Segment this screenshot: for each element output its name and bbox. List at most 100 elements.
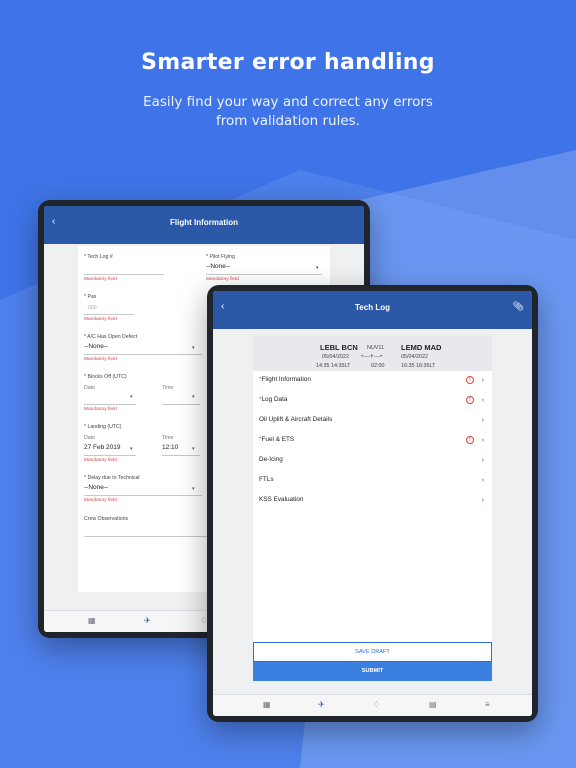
section-de-icing[interactable]: De-Icing › (253, 451, 492, 471)
section-label: De-Icing (259, 456, 283, 463)
section-label: *Flight Information (259, 376, 311, 383)
promo-subtitle-line1: Easily find your way and correct any err… (143, 94, 433, 110)
plane-icon[interactable]: ✈ (318, 700, 325, 709)
landing-error: Mandatory field (84, 458, 117, 463)
chevron-down-icon: ▾ (130, 446, 133, 452)
chevron-right-icon: › (481, 435, 485, 444)
pilot-flying-value[interactable]: --None-- (206, 263, 230, 270)
menu-icon[interactable]: ≡ (485, 700, 490, 709)
section-label-text: Log Data (261, 396, 288, 403)
open-defect-underline (84, 354, 202, 355)
dest-date: 05/04/2022 (401, 354, 428, 360)
flight-info-title: Flight Information (170, 218, 238, 227)
delay-label: * Delay due to Technical (84, 475, 140, 481)
attachment-icon[interactable]: 📎︎ (513, 301, 524, 312)
pilot-flying-underline (206, 274, 322, 275)
bell-icon[interactable]: ♢ (373, 700, 380, 709)
section-label-text: De-Icing (259, 456, 283, 463)
pax-input[interactable]: 000 (88, 305, 97, 311)
section-kss-evaluation[interactable]: KSS Evaluation › (253, 491, 492, 511)
blocks-off-time-input[interactable] (162, 404, 200, 405)
pax-underline (84, 314, 134, 315)
flight-summary: LEBL BCN 05/04/2022 14:35 14:35LT NUV11 … (253, 335, 492, 371)
chevron-down-icon: ▾ (192, 394, 195, 400)
flight-info-appbar: ‹ Flight Information (44, 206, 364, 244)
section-label: FTLs (259, 476, 274, 483)
chevron-down-icon: ▾ (130, 394, 133, 400)
section-label-text: FTLs (259, 476, 274, 483)
landing-date-value[interactable]: 27 Feb 2019 (84, 444, 121, 451)
blocks-off-time-label: Time (162, 385, 174, 391)
chevron-right-icon: › (481, 495, 485, 504)
origin-code: LEBL BCN (320, 343, 358, 352)
chevron-right-icon: › (481, 475, 485, 484)
section-label-text: Flight Information (261, 376, 311, 383)
error-alert-icon: ! (466, 436, 474, 444)
tech-log-sections: *Flight Information ! › *Log Data ! › Oi… (253, 371, 492, 668)
crew-observations-label: Crew Observations (84, 516, 129, 522)
landing-time-value[interactable]: 12:10 (162, 444, 178, 451)
section-label-text: Fuel & ETS (261, 436, 295, 443)
origin-time: 14:35 14:35LT (316, 363, 351, 369)
section-label-text: KSS Evaluation (259, 496, 304, 503)
landing-date-label: Date (84, 435, 95, 441)
pilot-flying-error: Mandatory field (206, 277, 239, 282)
origin-date: 05/04/2022 (322, 354, 349, 360)
delay-underline (84, 495, 202, 496)
section-oil-uplift[interactable]: Oil Uplift & Aircraft Details › (253, 411, 492, 431)
blocks-off-error: Mandatory field (84, 407, 117, 412)
section-label: *Fuel & ETS (259, 436, 294, 443)
tech-log-screen: ‹ Tech Log 📎︎ LEBL BCN 05/04/2022 14:35 … (213, 291, 532, 716)
tech-log-input[interactable] (84, 274, 164, 275)
error-alert-icon: ! (466, 396, 474, 404)
error-alert-icon: ! (466, 376, 474, 384)
promo-title: Smarter error handling (141, 50, 435, 75)
chevron-right-icon: › (481, 415, 485, 424)
section-label: KSS Evaluation (259, 496, 303, 503)
promo-subtitle: Easily find your way and correct any err… (0, 93, 576, 131)
section-label: *Log Data (259, 396, 287, 403)
calendar-icon[interactable]: ▦ (263, 700, 271, 709)
delay-error: Mandatory field (84, 498, 117, 503)
open-defect-error: Mandatory field (84, 357, 117, 362)
blocks-off-date-label: Date (84, 385, 95, 391)
section-label: Oil Uplift & Aircraft Details (259, 416, 332, 423)
landing-date-underline (84, 455, 136, 456)
dest-time: 16:35 16:35LT (401, 363, 436, 369)
chevron-down-icon: ▾ (316, 265, 319, 271)
tech-log-appbar: ‹ Tech Log 📎︎ (213, 291, 532, 329)
section-flight-information[interactable]: *Flight Information ! › (253, 371, 492, 391)
tech-log-title: Tech Log (355, 303, 390, 312)
save-draft-button[interactable]: SAVE DRAFT (253, 642, 492, 662)
section-log-data[interactable]: *Log Data ! › (253, 391, 492, 411)
blocks-off-label: * Blocks Off (UTC) (84, 374, 127, 380)
chevron-right-icon: › (481, 375, 485, 384)
tech-log-tabbar: ▦ ✈ ♢ ▤ ≡ (213, 694, 532, 716)
dest-code: LEMD MAD (401, 343, 442, 352)
blocks-off-date-input[interactable] (84, 404, 136, 405)
landing-time-label: Time (162, 435, 174, 441)
tech-log-label: * Tech Log # (84, 254, 113, 260)
delay-value[interactable]: --None-- (84, 484, 108, 491)
promo-subtitle-line2: from validation rules. (216, 113, 360, 129)
route-arrow-icon: •—✈—• (361, 354, 383, 360)
landing-label: * Landing (UTC) (84, 424, 122, 430)
open-defect-label: * A/C Has Open Defect (84, 334, 138, 340)
open-defect-value[interactable]: --None-- (84, 343, 108, 350)
section-ftls[interactable]: FTLs › (253, 471, 492, 491)
chevron-down-icon: ▾ (192, 486, 195, 492)
pilot-flying-label: * Pilot Flying (206, 254, 235, 260)
pax-label: * Pax (84, 294, 97, 300)
plane-icon[interactable]: ✈ (144, 616, 151, 625)
flight-duration: 02:00 (371, 363, 385, 369)
clipboard-icon[interactable]: ▤ (429, 700, 437, 709)
submit-button[interactable]: SUBMIT (253, 662, 492, 681)
chevron-down-icon: ▾ (192, 345, 195, 351)
chevron-right-icon: › (481, 455, 485, 464)
calendar-icon[interactable]: ▦ (88, 616, 96, 625)
section-fuel-ets[interactable]: *Fuel & ETS ! › (253, 431, 492, 451)
pax-error: Mandatory field (84, 317, 117, 322)
tech-log-error: Mandatory field (84, 277, 117, 282)
chevron-right-icon: › (481, 395, 485, 404)
landing-time-underline (162, 455, 200, 456)
